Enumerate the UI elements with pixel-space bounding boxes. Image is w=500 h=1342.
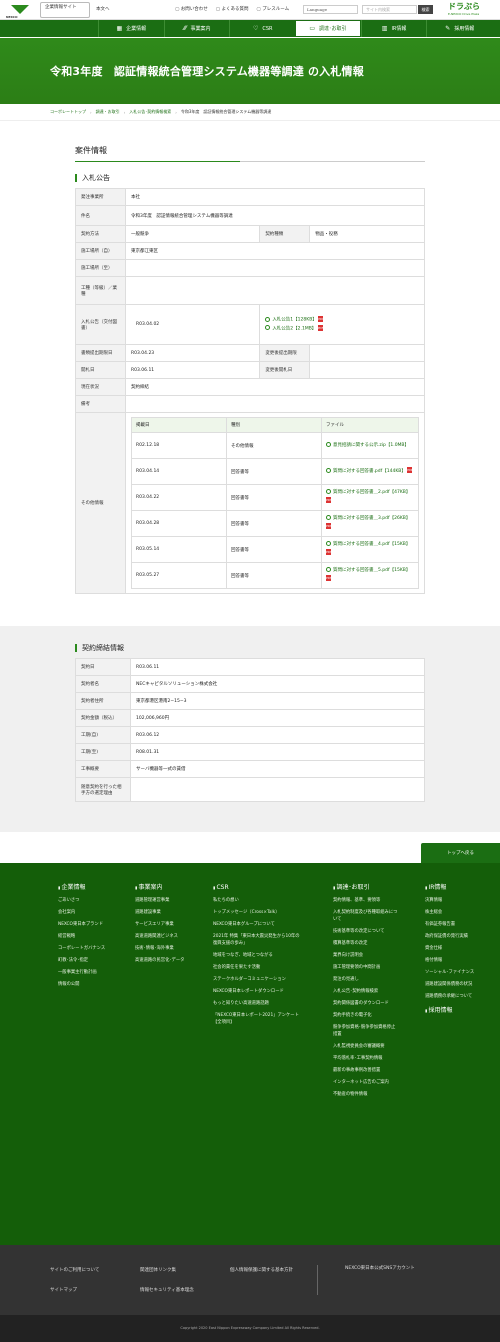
table-row: 工期(自) R03.06.12 bbox=[75, 726, 425, 744]
nav-item-corporate[interactable]: ▦ 企業情報 bbox=[98, 20, 164, 37]
download-icon bbox=[265, 325, 271, 330]
footer-link[interactable]: サイトのご利用について bbox=[50, 1267, 99, 1273]
sns-link[interactable]: NEXCO東日本公式SNSアカウント bbox=[345, 1265, 415, 1271]
pdf-icon: PDF bbox=[326, 523, 332, 530]
footer-col-procurement: 調達･お取引 契約情報、基準、要領等 入札契約制度及び各種取組みについて 技術基… bbox=[333, 883, 398, 1103]
footer-link[interactable]: サイトマップ bbox=[50, 1287, 77, 1293]
file-link[interactable]: 質問に対する回答書＿4.pdf【15KB】 PDF bbox=[326, 541, 410, 556]
skip-link[interactable]: 本文へ bbox=[96, 6, 110, 12]
pdf-icon: PDF bbox=[407, 467, 414, 474]
table-row: R03.04.22 回答書等 質問に対する回答書＿2.pdf【47KB】 PDF bbox=[131, 484, 419, 511]
table-row: R02.12.18 その他情報 意見招請に関する公示.zip【1.0MB】 bbox=[131, 432, 419, 459]
file-link[interactable]: 質問に対する回答書＿3.pdf【26KB】 PDF bbox=[326, 515, 410, 530]
logo-mark-icon bbox=[9, 4, 31, 15]
footer-col-ir: IR情報 決算情報 株主総会 有価証券報告書 政府保証債の発行実績 資金仕様 格… bbox=[425, 883, 475, 1020]
table-row: 契約日 R03.06.11 bbox=[75, 658, 425, 676]
table-row: 契約者名 NECキャピタルソリューション株式会社 bbox=[75, 675, 425, 693]
download-icon bbox=[326, 567, 331, 573]
search-input[interactable]: サイト内検索 bbox=[362, 5, 417, 14]
file-link[interactable]: 意見招請に関する公示.zip【1.0MB】 bbox=[326, 441, 409, 448]
utility-links: お問い合わせ よくある質問 プレスルーム bbox=[175, 6, 289, 12]
nexco-logo[interactable]: NEXCO bbox=[0, 0, 40, 20]
download-icon bbox=[265, 316, 271, 322]
section-title: 案件情報 bbox=[75, 145, 425, 162]
copyright: Copyright 2020 East Nippon Expressway Co… bbox=[0, 1315, 500, 1342]
heart-icon: ♡ bbox=[252, 25, 259, 32]
site-tag[interactable]: 企業情報サイト bbox=[40, 1, 90, 18]
pdf-icon: PDF bbox=[326, 497, 332, 504]
drapura-banner[interactable]: ドラぷら E-NEXCO Drive Plaza bbox=[448, 2, 492, 18]
back-to-top-button[interactable]: トップへ戻る bbox=[421, 843, 500, 863]
footer-col-business: 事業案内 道路管理運営事業 道路建設事業 サービスエリア事業 高速道路関連ビジネ… bbox=[135, 883, 195, 969]
header: NEXCO 企業情報サイト 本文へ お問い合わせ よくある質問 プレスルーム L… bbox=[0, 0, 500, 20]
nav-item-business[interactable]: ⁄⁄⁄ 事業案内 bbox=[163, 20, 230, 37]
faq-link[interactable]: よくある質問 bbox=[216, 6, 249, 12]
table-row: R03.05.27 回答書等 質問に対する回答書＿5.pdf【15KB】 PDF bbox=[131, 562, 419, 589]
subsection-title: 契約締結情報 bbox=[75, 644, 425, 652]
file-link[interactable]: 入札公告1【128KB】 PDF bbox=[265, 316, 419, 325]
breadcrumb-current: 令和3年度 認証情報統合管理システム機器等調達 bbox=[180, 109, 272, 114]
language-select[interactable]: Language bbox=[303, 5, 358, 14]
search-button[interactable]: 検索 bbox=[418, 5, 433, 14]
breadcrumb: コーポレートトップ › 調達・お取引 › 入札公告･契約情報検索 › 令和3年度 認証… bbox=[0, 104, 500, 121]
file-link[interactable]: 質問に対する回答書＿5.pdf【15KB】 PDF bbox=[326, 567, 410, 582]
table-row: 随意契約を行った相手方の選定理由 bbox=[75, 777, 425, 802]
file-link[interactable]: 質問に対する回答書.pdf【144KB】 PDF bbox=[326, 467, 414, 474]
contract-section: 契約締結情報 契約日 R03.06.11 契約者名 NECキャピタルソリューション株… bbox=[0, 626, 500, 832]
pen-icon: ✎ bbox=[445, 25, 451, 32]
pdf-icon: PDF bbox=[326, 575, 332, 582]
pdf-icon: PDF bbox=[317, 324, 324, 331]
download-icon bbox=[326, 467, 331, 473]
footer-col-corporate: 企業情報 ごあいさつ 会社案内 NEXCO東日本ブランド 経営戦略 コーポレート… bbox=[58, 883, 118, 993]
download-icon bbox=[326, 515, 331, 521]
file-link[interactable]: 質問に対する回答書＿2.pdf【47KB】 PDF bbox=[326, 489, 410, 504]
pdf-icon: PDF bbox=[318, 316, 325, 322]
document-icon: ▭ bbox=[309, 25, 315, 32]
building-icon: ▦ bbox=[116, 25, 123, 32]
download-icon bbox=[326, 541, 331, 547]
page-hero: 令和3年度 認証情報統合管理システム機器等調達 の入札情報 bbox=[0, 38, 500, 104]
download-icon bbox=[326, 489, 331, 495]
table-row: 契約金額（税込） 102,006,960円 bbox=[75, 709, 425, 727]
download-icon bbox=[326, 441, 331, 447]
table-row: 契約者住所 東京都港区港南2−15−3 bbox=[75, 692, 425, 710]
nav-item-csr[interactable]: ♡ CSR bbox=[229, 20, 295, 37]
table-row: R03.05.14 回答書等 質問に対する回答書＿4.pdf【15KB】 PDF bbox=[131, 536, 419, 563]
pdf-icon: PDF bbox=[326, 549, 332, 556]
breadcrumb-link[interactable]: 入札公告･契約情報検索 bbox=[129, 109, 171, 115]
contact-link[interactable]: お問い合わせ bbox=[175, 6, 208, 12]
pressroom-link[interactable]: プレスルーム bbox=[257, 6, 289, 12]
file-link[interactable]: 入札公告2【2.1MB】 PDF bbox=[265, 324, 419, 334]
bid-table: 発注事業所 本社 件名 令和3年度 認証情報統合管理システム機器等調達 契約方法 一般… bbox=[75, 188, 425, 594]
nav-item-procurement[interactable]: ▭ 調達･お取引 bbox=[295, 20, 361, 37]
footer-link[interactable]: 情報セキュリティ基本理念 bbox=[140, 1287, 194, 1293]
subsection-title: 入札公告 bbox=[75, 174, 425, 182]
breadcrumb-link[interactable]: 調達・お取引 bbox=[96, 109, 120, 115]
nav-item-ir[interactable]: ▥ IR情報 bbox=[360, 20, 427, 37]
page-title: 令和3年度 認証情報統合管理システム機器等調達 の入札情報 bbox=[50, 65, 364, 78]
other-info-table: 掲載日 種別 ファイル R02.12.18 その他情報 意見招請に関する公示.zip【1… bbox=[131, 417, 419, 589]
contract-table: 契約日 R03.06.11 契約者名 NECキャピタルソリューション株式会社 契約者… bbox=[75, 658, 425, 802]
table-row: R03.04.28 回答書等 質問に対する回答書＿3.pdf【26KB】 PDF bbox=[131, 510, 419, 537]
chart-icon: ▥ bbox=[381, 25, 388, 32]
main-content: 案件情報 入札公告 発注事業所 本社 件名 令和3年度 認証情報統合管理システム機器… bbox=[0, 145, 500, 594]
road-icon: ⁄⁄⁄ bbox=[183, 25, 187, 32]
global-nav: ▦ 企業情報 ⁄⁄⁄ 事業案内 ♡ CSR ▭ 調達･お取引 ▥ IR情報 ✎ 採用情報 bbox=[0, 20, 500, 38]
footer-link[interactable]: 個人情報保護に関する基本方針 bbox=[230, 1267, 293, 1273]
table-row: 工事概要 サーバ機器等一式の賃借 bbox=[75, 760, 425, 778]
footer-nav: 企業情報 ごあいさつ 会社案内 NEXCO東日本ブランド 経営戦略 コーポレート… bbox=[0, 863, 500, 1245]
footer-bottom: サイトのご利用について 関連団体リンク集 個人情報保護に関する基本方針 サイトマ… bbox=[0, 1245, 500, 1315]
table-row: 工期(至) R08.01.31 bbox=[75, 743, 425, 761]
footer-link[interactable]: 関連団体リンク集 bbox=[140, 1267, 176, 1273]
table-row: R03.04.14 回答書等 質問に対する回答書.pdf【144KB】 PDF bbox=[131, 458, 419, 485]
nav-item-recruit[interactable]: ✎ 採用情報 bbox=[426, 20, 492, 37]
breadcrumb-link[interactable]: コーポレートトップ bbox=[50, 109, 86, 115]
footer-col-csr: CSR 私たちの想い トップメッセージ（Cross×Talk） NEXCO東日本… bbox=[213, 883, 303, 1031]
